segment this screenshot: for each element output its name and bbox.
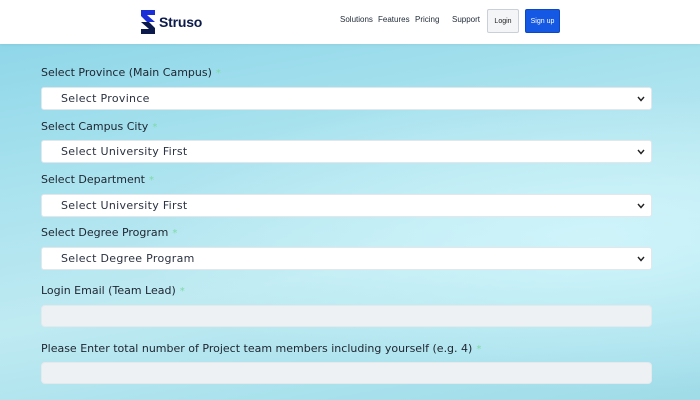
chevron-down-icon xyxy=(637,149,645,155)
province-select[interactable]: Select Province xyxy=(41,87,652,110)
top-navbar: Struso Solutions Features Pricing Suppor… xyxy=(0,0,700,44)
nav-pricing-link[interactable]: Pricing xyxy=(415,13,452,26)
campus-city-selected-value: Select University First xyxy=(61,145,188,158)
degree-program-selected-value: Select Degree Program xyxy=(61,252,195,265)
province-selected-value: Select Province xyxy=(61,92,150,105)
chevron-down-icon xyxy=(637,96,645,102)
required-asterisk: * xyxy=(215,68,221,79)
login-email-input[interactable] xyxy=(41,305,652,327)
province-label: Select Province (Main Campus) * xyxy=(41,66,221,79)
required-asterisk: * xyxy=(149,175,154,186)
brand-logo-link[interactable]: Struso xyxy=(140,8,202,36)
required-asterisk: * xyxy=(152,122,158,133)
chevron-down-icon xyxy=(637,203,645,209)
campus-city-label: Select Campus City * xyxy=(41,120,158,133)
team-members-input[interactable] xyxy=(41,362,652,384)
login-email-label: Login Email (Team Lead) * xyxy=(41,284,185,297)
main-nav: Solutions Features Pricing Support xyxy=(340,13,486,26)
department-select[interactable]: Select University First xyxy=(41,194,652,217)
required-asterisk: * xyxy=(179,286,185,297)
brand-name: Struso xyxy=(159,14,203,30)
nav-features-link[interactable]: Features xyxy=(378,13,415,26)
degree-program-label: Select Degree Program * xyxy=(41,226,178,239)
nav-support-link[interactable]: Support xyxy=(452,13,486,26)
struso-logo-icon xyxy=(140,9,156,35)
login-button[interactable]: Login xyxy=(487,9,519,33)
team-members-label: Please Enter total number of Project tea… xyxy=(41,342,482,355)
degree-program-select[interactable]: Select Degree Program xyxy=(41,247,652,270)
nav-solutions-link[interactable]: Solutions xyxy=(340,13,378,26)
campus-city-select[interactable]: Select University First xyxy=(41,140,652,163)
chevron-down-icon xyxy=(637,256,645,262)
registration-form: Select Province (Main Campus) * Select Pr… xyxy=(0,44,700,400)
department-label: Select Department * xyxy=(41,173,154,186)
required-asterisk: * xyxy=(172,228,178,239)
signup-button[interactable]: Sign up xyxy=(525,9,560,33)
required-asterisk: * xyxy=(476,344,482,355)
department-selected-value: Select University First xyxy=(61,199,188,212)
